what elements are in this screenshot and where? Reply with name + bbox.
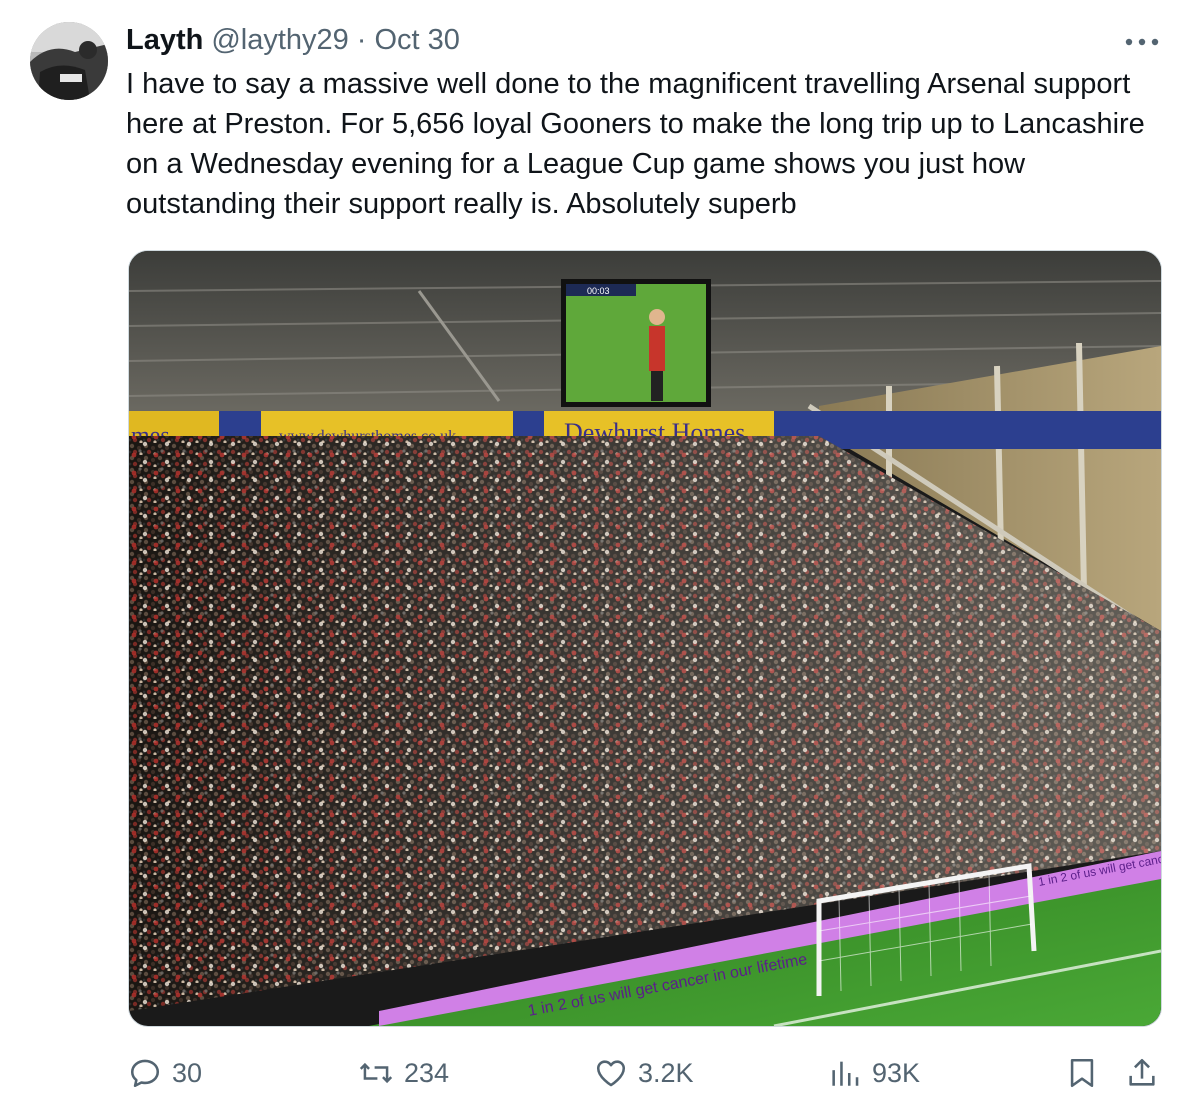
like-button[interactable]: 3.2K [594, 1050, 694, 1096]
header-separator: · [356, 23, 367, 56]
tweet-text: I have to say a massive well done to the… [126, 68, 1145, 220]
repost-count: 234 [404, 1057, 450, 1088]
views-count: 93K [872, 1057, 921, 1088]
tweet-actions-bar: 30 234 3.2K 93K [0, 1050, 1194, 1096]
like-icon [596, 1060, 626, 1087]
bookmark-icon [1070, 1058, 1094, 1088]
repost-button[interactable]: 234 [358, 1050, 449, 1096]
avatar-image [30, 22, 108, 100]
like-count: 3.2K [638, 1057, 694, 1088]
more-button[interactable] [1122, 28, 1162, 56]
avatar[interactable] [30, 22, 108, 100]
share-icon [1129, 1058, 1155, 1086]
views-button[interactable]: 93K [828, 1050, 920, 1096]
tweet-date[interactable]: Oct 30 [374, 24, 459, 57]
share-button[interactable] [1125, 1050, 1159, 1096]
more-icon [1125, 38, 1159, 46]
scoreboard-clock: 00:03 [587, 286, 610, 296]
author-handle[interactable]: @laythy29 [211, 24, 348, 57]
repost-icon [359, 1062, 393, 1084]
tweet-header: Layth @laythy29 · Oct 30 [126, 22, 460, 58]
views-icon [832, 1061, 859, 1086]
author-name[interactable]: Layth [126, 24, 203, 57]
reply-button[interactable]: 30 [128, 1050, 202, 1096]
reply-count: 30 [172, 1057, 203, 1088]
tweet-media-photo[interactable]: 00:03 mes www.dewhursthomes.co.uk Dewhur… [128, 250, 1162, 1027]
reply-icon [130, 1059, 160, 1088]
bookmark-button[interactable] [1065, 1050, 1099, 1096]
stadium-photo: 00:03 mes www.dewhursthomes.co.uk Dewhur… [129, 251, 1161, 1026]
